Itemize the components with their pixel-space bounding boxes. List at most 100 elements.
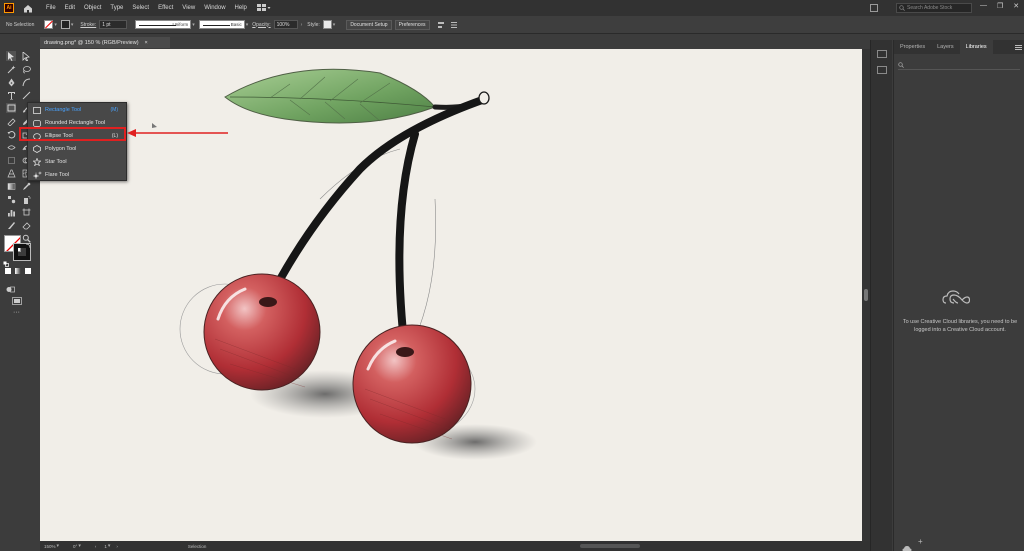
shape-tools-flyout: Rectangle Tool (M) Rounded Rectangle Too…	[27, 102, 127, 181]
variable-width-profile[interactable]: Uniform	[135, 20, 192, 29]
draw-mode-icon[interactable]	[6, 280, 15, 293]
chevron-down-icon[interactable]: ▾	[57, 543, 60, 549]
graphic-style-swatch[interactable]	[322, 20, 332, 29]
width-tool-icon[interactable]	[6, 142, 16, 152]
opacity-field[interactable]: 100%	[273, 20, 298, 29]
magic-wand-icon[interactable]	[6, 64, 16, 74]
menu-effect[interactable]: Effect	[158, 5, 173, 11]
rectangle-tool-icon[interactable]	[6, 103, 16, 113]
flyout-item-label: Star Tool	[45, 159, 67, 165]
artboard-canvas[interactable]	[40, 49, 862, 541]
blend-tool-icon[interactable]	[6, 194, 16, 204]
curvature-tool-icon[interactable]	[21, 77, 31, 87]
scroll-thumb[interactable]	[864, 289, 868, 301]
menu-type[interactable]: Type	[110, 5, 123, 11]
gradient-tool-icon[interactable]	[6, 181, 16, 191]
tab-libraries[interactable]: Libraries	[959, 40, 993, 54]
style-label: Style:	[307, 21, 320, 28]
color-mode-icon[interactable]	[5, 268, 11, 274]
maximize-button[interactable]: ❐	[997, 2, 1003, 10]
artboard-number[interactable]: 1	[104, 544, 107, 549]
type-tool-icon[interactable]	[6, 90, 16, 100]
eraser-tool-icon[interactable]	[21, 220, 31, 230]
flyout-polygon-tool[interactable]: Polygon Tool	[28, 143, 128, 155]
menu-file[interactable]: File	[46, 5, 56, 11]
symbol-sprayer-tool-icon[interactable]	[21, 194, 31, 204]
polygon-icon	[32, 145, 42, 154]
fill-swatch[interactable]	[44, 20, 54, 29]
document-setup-button[interactable]: Document Setup	[346, 19, 392, 30]
column-graph-tool-icon[interactable]	[6, 207, 16, 217]
add-library-icon[interactable]: +	[918, 537, 923, 546]
align-icon[interactable]	[437, 21, 445, 29]
stroke-weight-value: 1 pt	[102, 21, 111, 28]
flyout-star-tool[interactable]: Star Tool	[28, 156, 128, 168]
brush-definition[interactable]: Basic	[198, 20, 245, 29]
opacity-label[interactable]: Opacity:	[252, 22, 270, 28]
menu-select[interactable]: Select	[132, 5, 149, 11]
panel-menu-icon[interactable]	[1014, 44, 1022, 51]
chevron-down-icon[interactable]: ▾	[192, 22, 195, 28]
perspective-grid-tool-icon[interactable]	[6, 168, 16, 178]
chevron-down-icon[interactable]: ▾	[54, 22, 57, 28]
document-tab[interactable]: drawing.png* @ 150 % (RGB/Preview) ×	[40, 37, 170, 48]
close-button[interactable]: ✕	[1013, 2, 1019, 10]
stroke-label[interactable]: Stroke:	[80, 22, 96, 28]
flyout-rectangle-tool[interactable]: Rectangle Tool (M)	[28, 104, 128, 116]
slice-tool-icon[interactable]	[6, 220, 16, 230]
home-icon[interactable]	[22, 3, 34, 13]
stroke-weight-field[interactable]: 1 pt	[99, 20, 128, 29]
chevron-right-icon[interactable]: ›	[301, 22, 303, 28]
chevron-down-icon[interactable]: ▾	[333, 22, 336, 28]
chevron-down-icon[interactable]: ▾	[246, 22, 249, 28]
tab-properties[interactable]: Properties	[894, 40, 931, 54]
panel-menu-icon[interactable]	[450, 21, 458, 29]
prev-artboard-icon[interactable]: ‹	[95, 544, 97, 549]
tab-layers[interactable]: Layers	[931, 40, 960, 54]
layers-panel-icon[interactable]	[877, 66, 887, 74]
screen-mode-icon[interactable]	[12, 292, 22, 305]
selection-tool-icon[interactable]	[6, 51, 16, 61]
rotate-tool-icon[interactable]	[6, 129, 16, 139]
none-mode-icon[interactable]	[25, 268, 31, 274]
default-fill-stroke-icon[interactable]	[3, 254, 9, 267]
vertical-scrollbar[interactable]	[862, 49, 870, 541]
horizontal-scroll-thumb[interactable]	[580, 544, 640, 548]
close-tab-icon[interactable]: ×	[145, 40, 148, 46]
cloud-sync-icon[interactable]	[902, 539, 912, 551]
eyedropper-tool-icon[interactable]	[21, 181, 31, 191]
zoom-level[interactable]: 150%	[44, 544, 56, 549]
lasso-icon[interactable]	[21, 64, 31, 74]
menu-edit[interactable]: Edit	[65, 5, 75, 11]
direct-selection-tool-icon[interactable]	[21, 51, 31, 61]
library-search-field[interactable]	[898, 60, 1020, 70]
menu-help[interactable]: Help	[235, 5, 247, 11]
menu-object[interactable]: Object	[84, 5, 101, 11]
creative-cloud-icon	[942, 288, 971, 311]
chevron-down-icon[interactable]: ▾	[108, 543, 111, 549]
line-segment-tool-icon[interactable]	[21, 90, 31, 100]
edit-toolbar-icon[interactable]: ···	[13, 309, 20, 316]
control-bar: No Selection ▾ ▾ Stroke: 1 pt Uniform ▾ …	[0, 16, 1024, 34]
flyout-flare-tool[interactable]: Flare Tool	[28, 169, 128, 181]
chevron-down-icon[interactable]: ▾	[71, 22, 74, 28]
artboard-tool-icon[interactable]	[21, 207, 31, 217]
next-artboard-icon[interactable]: ›	[116, 544, 118, 549]
rotation-value[interactable]: 0°	[73, 544, 77, 549]
shaper-tool-icon[interactable]	[6, 116, 16, 126]
gradient-mode-icon[interactable]	[15, 268, 21, 274]
workspace-switcher-icon[interactable]	[256, 4, 271, 13]
swap-fill-stroke-icon[interactable]	[25, 236, 31, 249]
minimize-button[interactable]: —	[980, 2, 987, 10]
arrange-panels-icon[interactable]	[870, 4, 878, 12]
preferences-button[interactable]: Preferences	[394, 19, 430, 30]
menu-window[interactable]: Window	[204, 5, 225, 11]
stock-search-input[interactable]: Search Adobe Stock	[896, 3, 972, 13]
free-transform-tool-icon[interactable]	[6, 155, 16, 165]
chevron-down-icon[interactable]: ▾	[78, 543, 81, 549]
pen-tool-icon[interactable]	[6, 77, 16, 87]
menu-view[interactable]: View	[182, 5, 195, 11]
stroke-swatch[interactable]	[60, 20, 70, 29]
library-login-message: To use Creative Cloud libraries, you nee…	[902, 319, 1018, 333]
properties-panel-icon[interactable]	[877, 50, 887, 58]
